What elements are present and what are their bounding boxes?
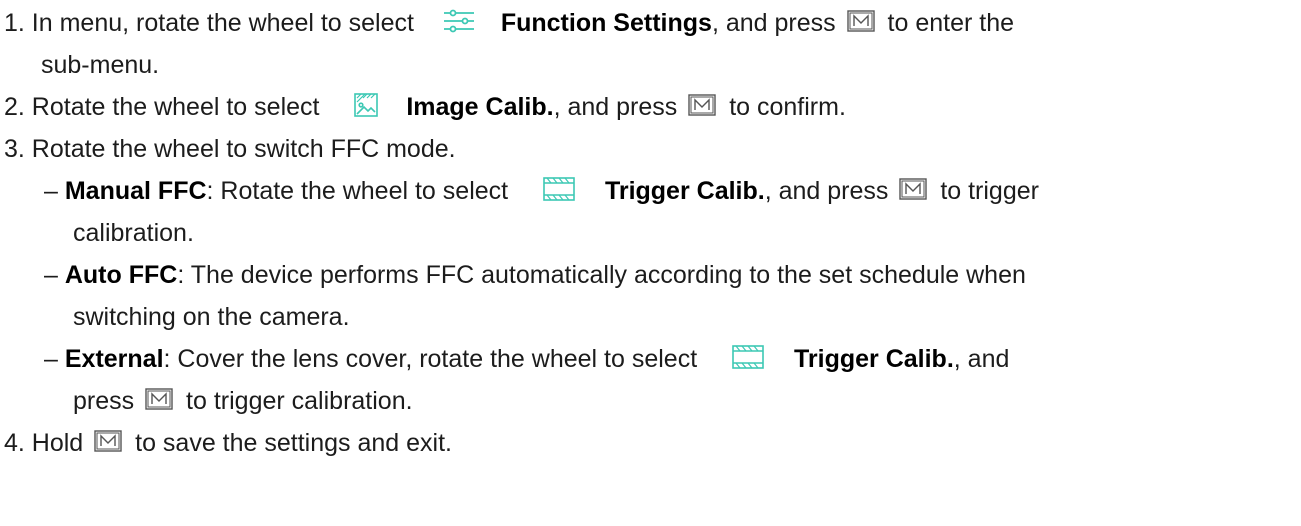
auto-ffc-label: Auto FFC bbox=[64, 261, 178, 289]
image-calib-label: Image Calib. bbox=[406, 93, 554, 121]
trigger-calib-label: Trigger Calib. bbox=[604, 177, 765, 205]
m-button-icon bbox=[145, 388, 173, 411]
m-button-icon bbox=[688, 94, 716, 117]
step-4-text-a: 4. Hold bbox=[4, 429, 84, 457]
mode-external-continued: press to trigger calibration. bbox=[73, 384, 413, 418]
step-1-cont: sub-menu. bbox=[41, 51, 160, 79]
mode-auto-continued: switching on the camera. bbox=[73, 300, 350, 334]
step-2-text-c: to confirm. bbox=[729, 93, 846, 121]
m-button-icon bbox=[94, 430, 122, 453]
mode-manual-text-b: , and press bbox=[764, 177, 889, 205]
mode-auto-dash: – bbox=[44, 261, 58, 289]
step-4-text-b: to save the settings and exit. bbox=[135, 429, 452, 457]
step-2-text: 2. Rotate the wheel to select bbox=[4, 93, 320, 121]
mode-manual-dash: – bbox=[44, 177, 58, 205]
function-settings-label: Function Settings bbox=[500, 9, 712, 37]
trigger-calib-label: Trigger Calib. bbox=[794, 345, 954, 373]
mode-external-dash: – bbox=[44, 345, 58, 373]
mode-manual: – Manual FFC: Rotate the wheel to select… bbox=[44, 174, 1039, 208]
mode-external-text: : Cover the lens cover, rotate the wheel… bbox=[163, 345, 698, 373]
mode-external: – External: Cover the lens cover, rotate… bbox=[44, 342, 1009, 376]
mode-auto-cont: switching on the camera. bbox=[73, 303, 350, 331]
mode-external-cont-a: press bbox=[73, 387, 135, 415]
step-1-text-c: to enter the bbox=[887, 9, 1015, 37]
step-1-text: 1. In menu, rotate the wheel to select bbox=[4, 9, 414, 37]
mode-manual-text: : Rotate the wheel to select bbox=[206, 177, 509, 205]
m-button-icon bbox=[846, 10, 875, 33]
manual-ffc-label: Manual FFC bbox=[64, 177, 207, 205]
trigger-calibration-icon bbox=[543, 177, 575, 202]
m-button-icon bbox=[899, 178, 928, 201]
external-label: External bbox=[64, 345, 164, 373]
mode-manual-text-c: to trigger bbox=[940, 177, 1039, 205]
mode-auto: – Auto FFC: The device performs FFC auto… bbox=[44, 258, 1026, 292]
mode-auto-text: : The device performs FFC automatically … bbox=[177, 261, 1026, 289]
step-1: 1. In menu, rotate the wheel to select F… bbox=[4, 6, 1014, 40]
trigger-calibration-icon bbox=[732, 345, 764, 370]
mode-manual-continued: calibration. bbox=[73, 216, 194, 250]
step-2-text-b: , and press bbox=[553, 93, 678, 121]
mode-external-cont-b: to trigger calibration. bbox=[186, 387, 413, 415]
step-4: 4. Hold to save the settings and exit. bbox=[4, 426, 452, 460]
step-3: 3. Rotate the wheel to switch FFC mode. bbox=[4, 132, 456, 166]
mode-external-text-b: , and bbox=[953, 345, 1010, 373]
step-1-text-b: , and press bbox=[711, 9, 836, 37]
step-1-continued: sub-menu. bbox=[41, 48, 159, 82]
step-3-text: 3. Rotate the wheel to switch FFC mode. bbox=[4, 135, 456, 163]
image-calibration-icon bbox=[354, 93, 379, 118]
sliders-icon bbox=[443, 9, 474, 33]
step-2: 2. Rotate the wheel to select Image Cali… bbox=[4, 90, 846, 124]
mode-manual-cont: calibration. bbox=[73, 219, 194, 247]
